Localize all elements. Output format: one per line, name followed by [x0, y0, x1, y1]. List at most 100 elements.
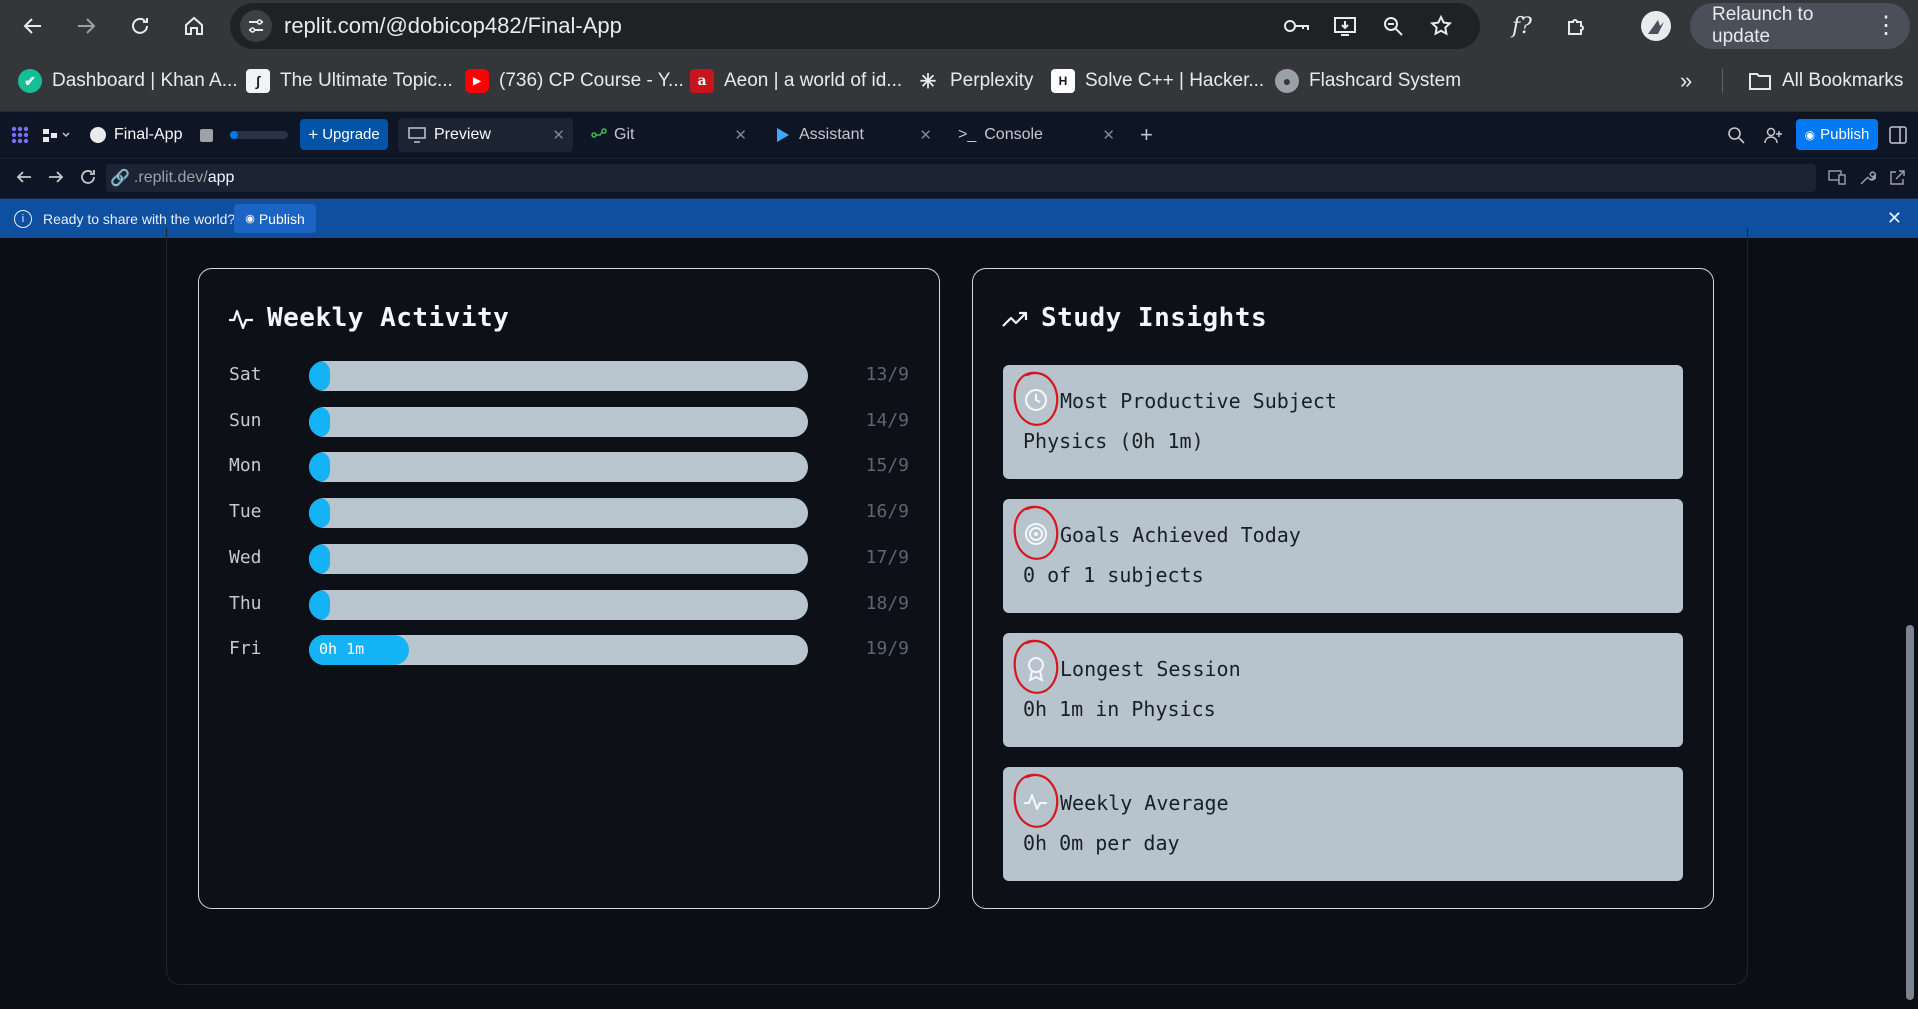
close-tab-icon[interactable]: ✕ — [919, 126, 932, 144]
preview-reload-icon[interactable] — [78, 167, 98, 192]
tab-label: Console — [984, 126, 1043, 143]
date-label: 16/9 — [865, 501, 909, 523]
invite-user-icon[interactable] — [1763, 120, 1783, 150]
console-prompt-icon: >_ — [958, 126, 977, 143]
close-tab-icon[interactable]: ✕ — [552, 126, 565, 144]
zoom-icon[interactable] — [1378, 11, 1408, 41]
project-name[interactable]: Final-App — [90, 120, 182, 150]
bookmark-item[interactable]: ● Flashcard System — [1275, 65, 1461, 97]
back-icon[interactable] — [15, 8, 51, 44]
password-key-icon[interactable] — [1282, 11, 1312, 41]
hand-drawn-annotation-circle — [1013, 371, 1059, 426]
preview-url-field[interactable]: 🔗 .replit.dev/app — [106, 164, 1816, 192]
activity-bar-track — [309, 543, 808, 574]
workspace-header: Final-App + Upgrade Preview ✕ Git ✕ Assi… — [0, 112, 1918, 159]
assistant-icon — [777, 128, 789, 142]
khan-academy-icon: ✔ — [18, 69, 42, 93]
globe-icon: ● — [1275, 69, 1299, 93]
address-bar[interactable]: replit.com/@dobicop482/Final-App — [230, 3, 1480, 49]
preview-toolbar: 🔗 .replit.dev/app — [0, 159, 1918, 199]
tab-console[interactable]: >_ Console ✕ — [948, 118, 1123, 152]
bookmark-item[interactable]: a Aeon | a world of id... — [690, 65, 902, 97]
preview-back-icon[interactable] — [14, 167, 34, 192]
more-bookmarks-icon[interactable]: » — [1680, 65, 1692, 97]
activity-bar-fill — [309, 498, 330, 529]
upgrade-button[interactable]: + Upgrade — [300, 119, 388, 150]
trending-up-icon — [1002, 311, 1028, 327]
project-avatar-icon — [90, 127, 106, 143]
close-banner-icon[interactable]: ✕ — [1887, 208, 1902, 229]
bookmark-item[interactable]: H Solve C++ | Hacker... — [1051, 65, 1264, 97]
insight-panel: Goals Achieved Today 0 of 1 subjects — [1003, 499, 1683, 613]
bookmark-label: Flashcard System — [1309, 70, 1462, 91]
extensions-puzzle-icon[interactable] — [1559, 8, 1595, 44]
insight-title: Most Productive Subject — [1060, 389, 1337, 413]
day-label: Sat — [229, 364, 262, 385]
bookmark-star-icon[interactable] — [1426, 11, 1456, 41]
activity-bar-track — [309, 406, 808, 437]
bookmark-label: Aeon | a world of id... — [724, 70, 903, 91]
insight-panel: Weekly Average 0h 0m per day — [1003, 767, 1683, 881]
close-tab-icon[interactable]: ✕ — [1102, 126, 1115, 144]
insight-panel: Most Productive Subject Physics (0h 1m) — [1003, 365, 1683, 479]
hand-drawn-annotation-circle — [1013, 639, 1059, 694]
more-menu-icon[interactable]: ⋮ — [1874, 14, 1898, 38]
devtools-wrench-icon[interactable] — [1858, 169, 1877, 192]
banner-publish-label: Publish — [258, 210, 305, 227]
all-bookmarks-button[interactable]: All Bookmarks — [1748, 65, 1903, 97]
activity-bar-track: 0h 1m — [309, 635, 808, 666]
tab-label: Preview — [434, 126, 491, 143]
day-label: Sun — [229, 409, 262, 431]
search-icon[interactable] — [1727, 120, 1745, 150]
hand-drawn-annotation-circle — [1013, 773, 1059, 828]
tab-assistant[interactable]: Assistant ✕ — [765, 118, 940, 152]
date-label: 19/9 — [865, 638, 909, 660]
sidebar-toggle-icon[interactable] — [1889, 120, 1907, 150]
date-label: 18/9 — [865, 592, 909, 614]
bookmark-item[interactable]: ∫ The Ultimate Topic... — [246, 65, 453, 97]
bookmark-item[interactable]: ✳ Perplexity — [916, 65, 1034, 97]
publish-button[interactable]: ◉ Publish — [1796, 119, 1878, 150]
stop-icon[interactable] — [200, 120, 213, 150]
bookmark-item[interactable]: ✔ Dashboard | Khan A... — [18, 65, 238, 97]
divider — [1722, 69, 1723, 93]
activity-bar-track — [309, 361, 808, 391]
reload-icon[interactable] — [122, 8, 158, 44]
scrollbar[interactable] — [1906, 625, 1914, 1000]
study-insights-card: Study Insights Most Productive Subject Ph… — [972, 268, 1714, 909]
date-label: 17/9 — [865, 546, 909, 568]
url-text: replit.com/@dobicop482/Final-App — [284, 13, 622, 38]
preview-forward-icon[interactable] — [46, 167, 66, 192]
devices-icon[interactable] — [1828, 169, 1846, 190]
activity-bar-fill — [309, 543, 330, 574]
day-label: Wed — [229, 546, 262, 568]
activity-bar-fill — [309, 406, 330, 437]
publish-pin-icon: ◉ — [1804, 127, 1816, 142]
activity-bar-track — [309, 589, 808, 620]
forward-icon[interactable] — [68, 8, 104, 44]
new-tab-icon[interactable]: + — [1140, 120, 1153, 150]
banner-message: Ready to share with the world? — [43, 210, 236, 227]
tab-preview[interactable]: Preview ✕ — [398, 118, 573, 152]
tab-git[interactable]: Git ✕ — [580, 118, 755, 152]
activity-bar-fill: 0h 1m — [309, 635, 409, 666]
insight-title: Goals Achieved Today — [1060, 523, 1301, 547]
open-new-tab-icon[interactable] — [1888, 169, 1906, 192]
bookmark-item[interactable]: ▶ (736) CP Course - Y... — [465, 65, 684, 97]
close-tab-icon[interactable]: ✕ — [734, 126, 747, 144]
font-extension-icon[interactable]: f? — [1504, 8, 1540, 44]
relaunch-button[interactable]: Relaunch to update ⋮ — [1690, 3, 1910, 49]
layout-switcher-icon[interactable] — [42, 120, 72, 150]
weekly-activity-title: Weekly Activity — [267, 303, 510, 333]
site-settings-icon[interactable] — [240, 10, 272, 42]
profile-avatar-icon[interactable] — [1638, 8, 1674, 44]
insight-value: 0h 1m in Physics — [1023, 697, 1216, 721]
plus-icon: + — [308, 124, 319, 144]
home-icon[interactable] — [176, 8, 212, 44]
insight-value: 0h 0m per day — [1023, 831, 1180, 855]
replit-menu-icon[interactable] — [10, 120, 30, 150]
monitor-icon — [408, 127, 426, 143]
install-app-icon[interactable] — [1330, 11, 1360, 41]
bookmark-label: Solve C++ | Hacker... — [1085, 70, 1265, 91]
activity-bar-fill — [309, 589, 330, 620]
